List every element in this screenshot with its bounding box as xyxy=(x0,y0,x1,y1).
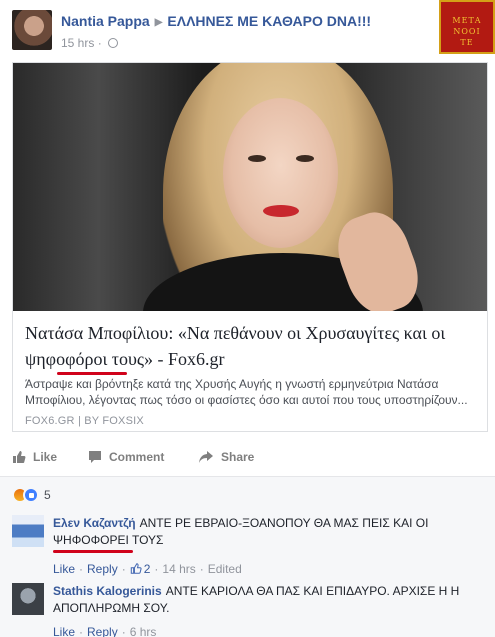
commenter-avatar[interactable] xyxy=(12,583,44,615)
group-logo[interactable]: ΜΕΤΑ ΝΟΟΙ ΤΕ xyxy=(439,0,495,54)
reaction-count: 5 xyxy=(44,488,51,502)
comments-section: 5 Ελεν Καζαντζή ΑΝΤΕ ΡΕ ΕΒΡΑΙΟ-ΞΟΑΝΟΠΟΥ Θ… xyxy=(0,476,495,637)
comment-like-count[interactable]: 2 xyxy=(144,562,151,576)
share-arrow-icon xyxy=(199,451,213,463)
author-avatar[interactable] xyxy=(12,10,52,50)
commenter-avatar[interactable] xyxy=(12,515,44,547)
commenter-name[interactable]: Ελεν Καζαντζή xyxy=(53,516,136,530)
comment-actions: Like · Reply · 6 hrs xyxy=(53,625,157,637)
share-button[interactable]: Share xyxy=(198,450,254,464)
comment-time[interactable]: 14 hrs xyxy=(162,562,195,576)
link-preview-card[interactable]: Νατάσα Μποφίλιου: «Να πεθάνουν οι Χρυσαυ… xyxy=(12,62,488,432)
comment-body: Stathis Kalogerinis ΑΝΤΕ ΚΑΡΙΟΛΑ ΘΑ ΠΑΣ Κ… xyxy=(53,583,473,617)
comment-like-link[interactable]: Like xyxy=(53,562,75,576)
comment-actions: Like · Reply · 2 · 14 hrs · Edited xyxy=(53,562,242,576)
comment-reply-link[interactable]: Reply xyxy=(87,625,118,637)
globe-icon xyxy=(108,38,119,48)
group-name[interactable]: ΕΛΛΗΝΕΣ ΜΕ ΚΑΘΑΡΟ DNA!!! xyxy=(167,13,371,29)
post-header: Nantia Pappa ▶ ΕΛΛΗΝΕΣ ΜΕ ΚΑΘΑΡΟ DNA!!! 15… xyxy=(0,0,495,60)
link-description: Άστραψε και βρόντηξε κατά της Χρυσής Αυγ… xyxy=(25,377,468,407)
author-line: Nantia Pappa ▶ ΕΛΛΗΝΕΣ ΜΕ ΚΑΘΑΡΟ DNA!!! xyxy=(61,13,371,29)
thumbs-up-icon xyxy=(13,451,26,463)
link-title[interactable]: Νατάσα Μποφίλιου: «Να πεθάνουν οι Χρυσαυ… xyxy=(25,320,481,372)
thumbs-up-icon xyxy=(130,563,142,574)
speech-bubble-icon xyxy=(89,451,101,463)
post-action-bar: Like Comment Share xyxy=(12,444,488,474)
post-meta: 15 hrs · xyxy=(61,36,119,50)
like-button[interactable]: Like xyxy=(12,450,57,464)
comment-like-link[interactable]: Like xyxy=(53,625,75,637)
comment-time[interactable]: 6 hrs xyxy=(130,625,157,637)
commenter-name[interactable]: Stathis Kalogerinis xyxy=(53,584,162,598)
reactions-summary[interactable]: 5 xyxy=(12,487,51,503)
red-underline-annotation xyxy=(57,372,127,375)
red-underline-annotation xyxy=(53,550,133,553)
comment-button[interactable]: Comment xyxy=(88,450,495,464)
triangle-right-icon: ▶ xyxy=(154,17,163,28)
link-source[interactable]: FOX6.GR | BY FOXSIX xyxy=(25,415,144,427)
comment-edited[interactable]: Edited xyxy=(208,562,242,576)
comment-body: Ελεν Καζαντζή ΑΝΤΕ ΡΕ ΕΒΡΑΙΟ-ΞΟΑΝΟΠΟΥ ΘΑ … xyxy=(53,515,473,549)
author-name[interactable]: Nantia Pappa xyxy=(61,13,150,29)
post-time[interactable]: 15 hrs xyxy=(61,36,94,50)
meta-separator: · xyxy=(97,36,102,50)
link-preview-image[interactable] xyxy=(13,63,487,311)
like-reaction-icon xyxy=(23,487,39,503)
comment-reply-link[interactable]: Reply xyxy=(87,562,118,576)
